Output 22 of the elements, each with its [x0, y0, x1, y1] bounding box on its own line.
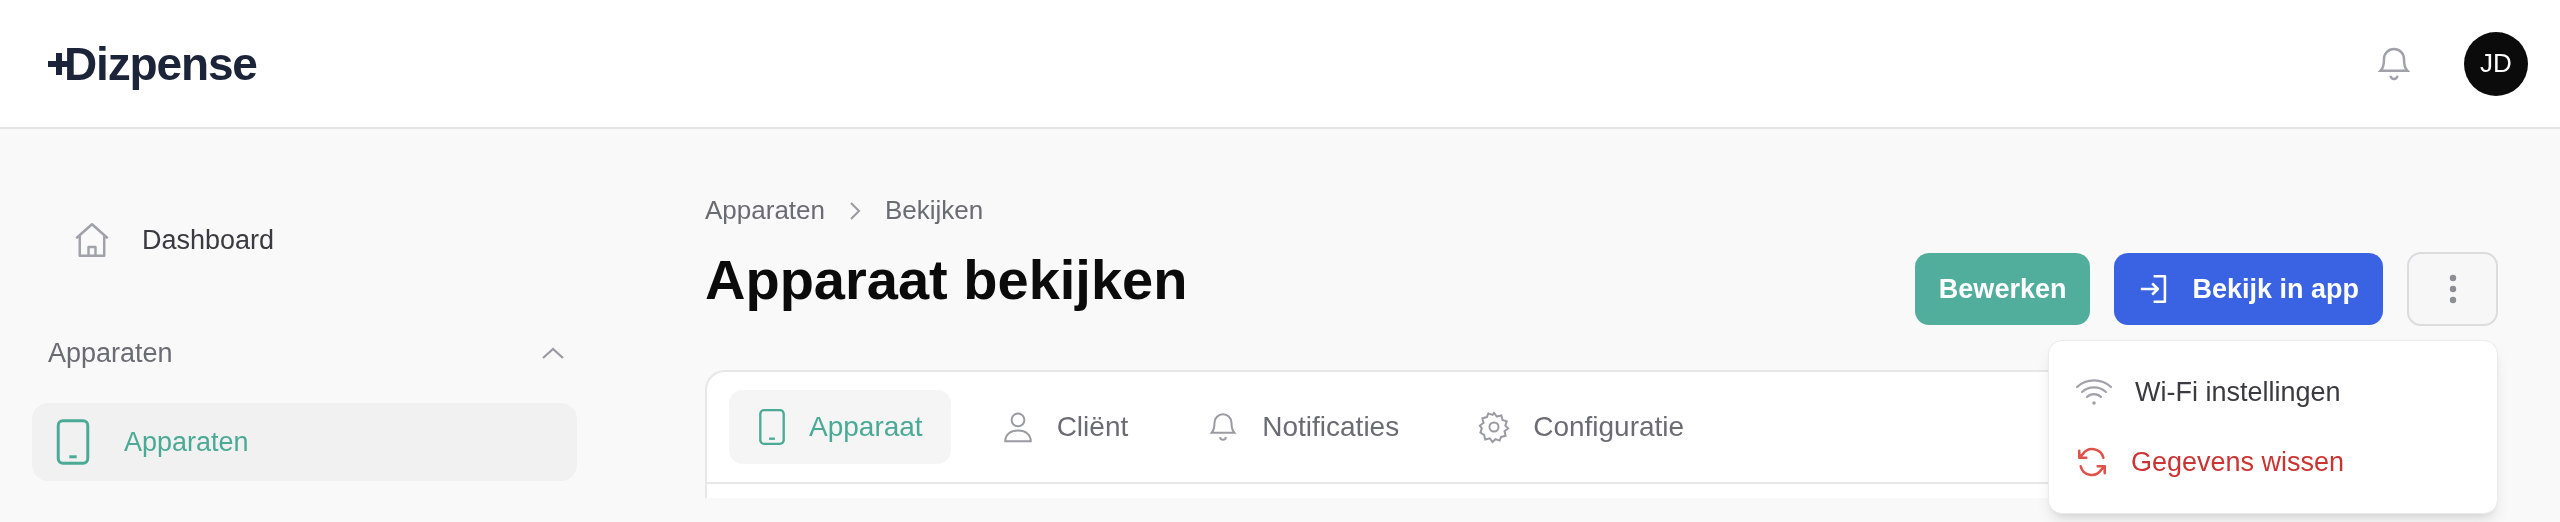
wifi-icon [2075, 378, 2113, 406]
tablet-icon [757, 408, 787, 446]
tab[interactable]: Cliënt [972, 390, 1157, 464]
more-options-button[interactable] [2407, 252, 2498, 326]
menu-item[interactable]: Wi-Fi instellingen [2049, 357, 2497, 427]
edit-button[interactable]: Bewerken [1914, 253, 2091, 325]
tab[interactable]: Apparaat [729, 390, 951, 464]
sidebar-item[interactable]: Dashboard [32, 207, 577, 273]
breadcrumb-link[interactable]: Apparaten [705, 191, 825, 230]
breadcrumb-link[interactable]: Bekijken [885, 191, 984, 230]
menu-item[interactable]: Gegevens wissen [2049, 427, 2497, 497]
tab[interactable]: Notificaties [1178, 390, 1428, 464]
vertical-dots-icon [2448, 274, 2457, 304]
caret-icon[interactable] [541, 346, 565, 360]
user-avatar[interactable]: JD [2464, 31, 2528, 96]
settings-icon [1477, 410, 1512, 444]
section-heading: Apparaten [48, 336, 173, 370]
chevron-right-icon [849, 200, 861, 221]
tablet-icon [54, 418, 92, 466]
refresh-icon [2075, 445, 2109, 479]
open-in-app-button[interactable]: Bekijk in app [2114, 253, 2383, 325]
tab[interactable]: Configuratie [1449, 390, 1713, 464]
